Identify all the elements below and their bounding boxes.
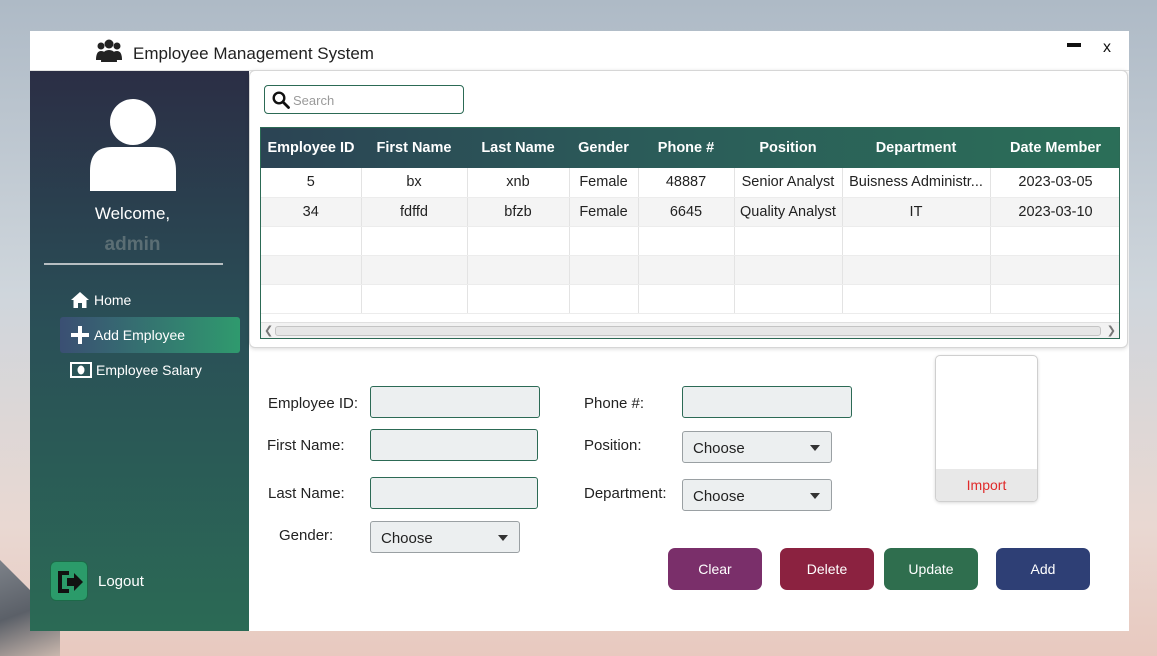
chevron-down-icon [810,445,820,451]
position-select[interactable]: Choose [682,431,832,463]
update-button[interactable]: Update [884,548,978,590]
sidebar-item-label: Home [94,292,132,308]
chevron-down-icon [498,535,508,541]
sidebar: Welcome, admin Home Add Employee Employe… [30,71,249,631]
table-cell: 48887 [638,168,735,198]
horizontal-scrollbar[interactable]: ❮ ❯ [261,322,1119,338]
table-cell: 2023-03-10 [990,197,1119,227]
user-avatar-icon [90,99,176,191]
table-row-empty [261,284,1119,314]
last-name-field[interactable] [370,477,538,509]
sidebar-item-label: Employee Salary [96,362,202,378]
table-cell: bfzb [467,197,570,227]
department-select[interactable]: Choose [682,479,832,511]
table-cell: Female [569,197,639,227]
search-input[interactable] [293,90,453,110]
chevron-down-icon [810,493,820,499]
scrollbar-thumb[interactable] [275,326,1101,336]
search-box[interactable] [264,85,464,114]
logout-label[interactable]: Logout [98,573,144,590]
table-row[interactable]: 34 fdffd bfzb Female 6645 Quality Analys… [261,197,1119,227]
column-header[interactable]: Date Member [990,128,1119,168]
employee-id-field[interactable] [370,386,540,418]
last-name-label: Last Name: [268,485,345,502]
sidebar-divider [44,263,223,265]
column-header[interactable]: Last Name [467,128,569,168]
search-icon [272,91,290,109]
column-header[interactable]: Department [842,128,990,168]
title-bar: Employee Management System x [30,31,1129,71]
position-label: Position: [584,437,642,454]
users-icon [96,39,122,62]
sidebar-item-home[interactable]: Home [60,282,240,318]
table-cell: Senior Analyst [734,168,843,198]
table-cell: Quality Analyst [734,197,843,227]
table-cell: 34 [261,197,362,227]
clear-button[interactable]: Clear [668,548,762,590]
import-button[interactable]: Import [936,469,1037,501]
first-name-field[interactable] [370,429,538,461]
money-icon [70,362,92,378]
welcome-text: Welcome, [94,204,171,223]
table-header-row: Employee ID First Name Last Name Gender … [261,128,1119,168]
table-row-empty [261,226,1119,256]
table-cell: Female [569,168,639,198]
column-header[interactable]: Employee ID [261,128,361,168]
department-label: Department: [584,485,667,502]
table-cell: 2023-03-05 [990,168,1119,198]
table-cell: bx [361,168,468,198]
close-button[interactable]: x [1103,39,1111,57]
column-header[interactable]: Position [734,128,842,168]
table-cell: 6645 [638,197,735,227]
app-title: Employee Management System [133,44,374,63]
minimize-button[interactable] [1066,39,1082,53]
plus-icon [71,326,89,344]
employee-id-label: Employee ID: [268,395,359,412]
column-header[interactable]: Gender [569,128,638,168]
table-row[interactable]: 5 bx xnb Female 48887 Senior Analyst Bui… [261,168,1119,198]
logout-button[interactable] [50,561,88,601]
scroll-right-icon[interactable]: ❯ [1107,324,1116,337]
add-button[interactable]: Add [996,548,1090,590]
table-row-empty [261,255,1119,285]
scroll-left-icon[interactable]: ❮ [264,324,273,337]
phone-field[interactable] [682,386,852,418]
app-window: Employee Management System x Welcome, ad… [30,31,1129,631]
position-select-value: Choose [693,440,745,457]
sidebar-item-label: Add Employee [94,327,186,343]
sidebar-item-employee-salary[interactable]: Employee Salary [60,352,240,388]
department-select-value: Choose [693,488,745,505]
table-cell: Buisness Administr... [842,168,991,198]
table-cell: xnb [467,168,570,198]
gender-label: Gender: [279,527,334,544]
table-cell: fdffd [361,197,468,227]
table-cell: IT [842,197,991,227]
employee-table-panel: Employee ID First Name Last Name Gender … [249,70,1128,348]
first-name-label: First Name: [267,437,345,454]
gender-select-value: Choose [381,530,433,547]
sidebar-item-add-employee[interactable]: Add Employee [60,317,240,353]
gender-select[interactable]: Choose [370,521,520,553]
table-cell: 5 [261,168,362,198]
column-header[interactable]: First Name [361,128,467,168]
delete-button[interactable]: Delete [780,548,874,590]
photo-preview: Import [935,355,1038,502]
logout-icon [58,571,83,593]
username-label: admin [104,234,161,255]
home-icon [71,292,89,308]
employee-table: Employee ID First Name Last Name Gender … [260,127,1120,339]
phone-label: Phone #: [584,395,645,412]
column-header[interactable]: Phone # [638,128,734,168]
